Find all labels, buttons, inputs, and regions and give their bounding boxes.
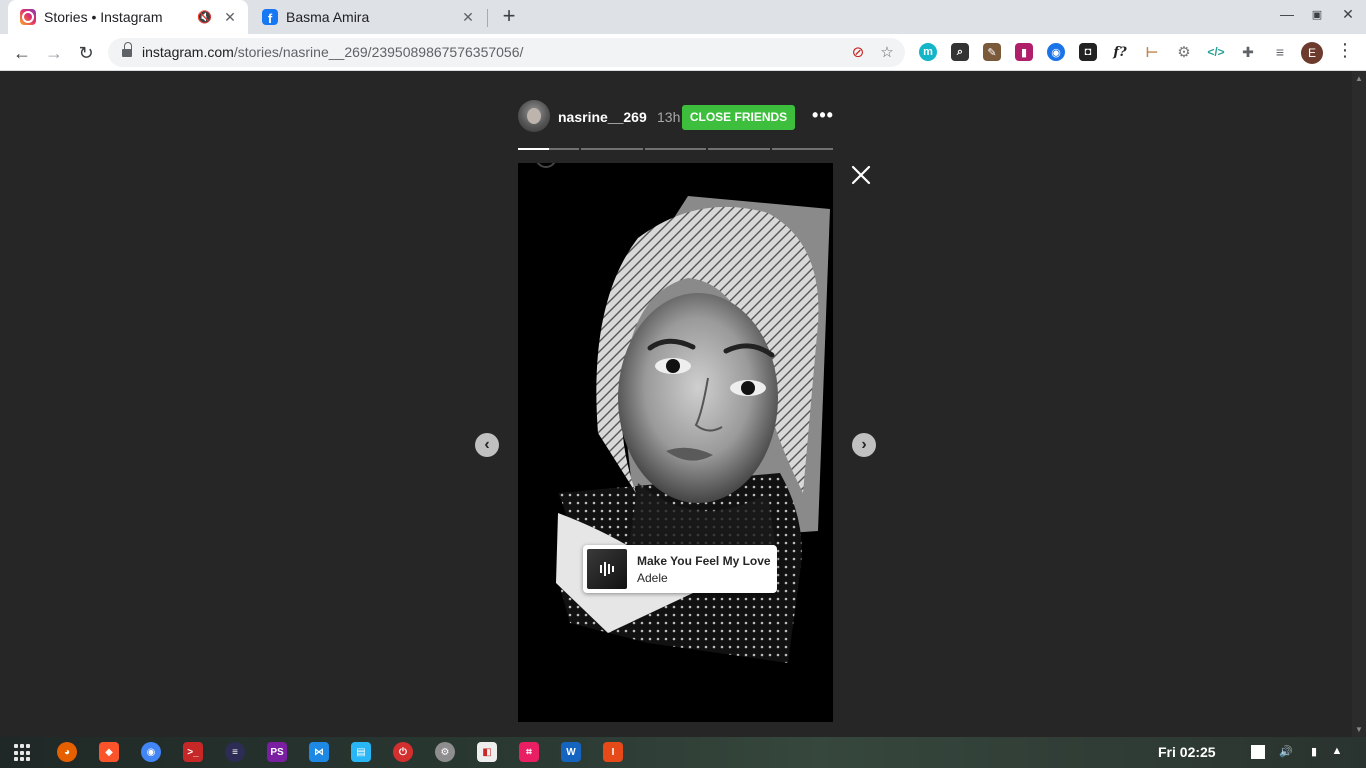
firefox-icon[interactable]: ◕ — [57, 742, 77, 762]
story-progress-segment — [644, 148, 707, 150]
browser-toolbar: ← → ↻ instagram.com/stories/nasrine__269… — [0, 34, 1366, 71]
previous-story-button[interactable]: ‹ — [475, 433, 499, 457]
tab-title: Basma Amira — [286, 9, 370, 25]
song-title: Make You Feel My Love — [637, 554, 771, 568]
close-story-button[interactable] — [849, 163, 873, 187]
story-timestamp: 13h — [657, 109, 681, 125]
brave-icon[interactable]: ◆ — [99, 742, 119, 762]
extension-gear-icon[interactable]: ⚙ — [1175, 43, 1193, 61]
close-icon — [851, 165, 871, 185]
extension-camera-icon[interactable]: ◘ — [1079, 43, 1097, 61]
lock-icon[interactable] — [122, 42, 132, 58]
extension-code-icon[interactable]: </> — [1207, 43, 1225, 61]
forward-button[interactable]: → — [41, 40, 67, 66]
extension-m-icon[interactable]: m — [919, 43, 937, 61]
writer-icon[interactable]: W — [561, 742, 581, 762]
music-sticker[interactable]: Make You Feel My Love Adele — [583, 545, 777, 593]
taskbar-clock[interactable]: Fri 02:25 — [1158, 744, 1216, 760]
terminal-icon[interactable]: >_ — [183, 742, 203, 762]
close-tab-icon[interactable]: ✕ — [460, 9, 476, 26]
story-progress-segment — [518, 148, 580, 150]
notification-square-icon[interactable] — [1251, 745, 1265, 759]
chrome-icon[interactable]: ◉ — [141, 742, 161, 762]
close-window-button[interactable]: ✕ — [1338, 6, 1358, 23]
story-progress-bar — [518, 148, 834, 150]
instagram-icon — [20, 9, 36, 25]
portrait-photo — [518, 163, 833, 722]
album-art — [587, 549, 627, 589]
tab-instagram-stories[interactable]: Stories • Instagram 🔇 ✕ — [8, 0, 248, 34]
app-launcher-icon[interactable] — [14, 744, 32, 762]
story-progress-fill — [518, 148, 549, 150]
browser-menu-icon[interactable]: ⋮ — [1336, 40, 1354, 61]
eclipse-icon[interactable]: ≡ — [225, 742, 245, 762]
tab-title: Stories • Instagram — [44, 9, 163, 25]
tab-strip: Stories • Instagram 🔇 ✕ f Basma Amira ✕ … — [0, 0, 1366, 34]
tab-basma-amira[interactable]: f Basma Amira ✕ — [250, 0, 486, 34]
song-artist: Adele — [637, 571, 668, 585]
media-control-icon[interactable]: ≡ — [1271, 43, 1289, 61]
muted-audio-icon[interactable]: 🔇 — [197, 10, 212, 24]
settings-icon[interactable]: ⚙ — [435, 742, 455, 762]
files-icon[interactable]: ▤ — [351, 742, 371, 762]
new-tab-button[interactable]: + — [498, 4, 520, 28]
extensions-puzzle-icon[interactable]: ✚ — [1239, 43, 1257, 61]
tab-divider — [487, 9, 488, 27]
story-image[interactable] — [518, 163, 833, 722]
maximize-button[interactable]: ▣ — [1307, 8, 1327, 21]
battery-icon[interactable]: ▮ — [1307, 745, 1321, 759]
address-bar[interactable]: instagram.com/stories/nasrine__269/23950… — [108, 38, 905, 67]
screenshot-crop-icon[interactable]: ⌗ — [519, 742, 539, 762]
extension-color-icon[interactable]: ▮ — [1015, 43, 1033, 61]
close-tab-icon[interactable]: ✕ — [222, 9, 238, 26]
vscode-icon[interactable]: ⋈ — [309, 742, 329, 762]
reload-button[interactable]: ↻ — [73, 40, 99, 66]
story-progress-segment — [581, 148, 643, 150]
next-story-button[interactable]: › — [852, 433, 876, 457]
os-taskbar: ◕ ◆ ◉ >_ ≡ PS ⋈ ▤ ⏻ ⚙ ◧ ⌗ W I Fri 02:25 … — [0, 737, 1366, 768]
close-friends-badge: CLOSE FRIENDS — [682, 105, 795, 130]
page-scrollbar[interactable]: ▲ ▼ — [1352, 71, 1366, 737]
story-username[interactable]: nasrine__269 — [558, 109, 647, 125]
extension-eye-icon[interactable]: ◉ — [1047, 43, 1065, 61]
bookmark-star-icon[interactable]: ☆ — [878, 43, 896, 61]
story-progress-segment — [708, 148, 770, 150]
phpstorm-icon[interactable]: PS — [267, 742, 287, 762]
scroll-down-icon[interactable]: ▼ — [1355, 725, 1363, 734]
scroll-up-icon[interactable]: ▲ — [1355, 74, 1363, 83]
facebook-icon: f — [262, 9, 278, 26]
tray-expand-icon[interactable]: ▲ — [1330, 745, 1344, 759]
document-viewer-icon[interactable]: ◧ — [477, 742, 497, 762]
more-options-icon[interactable]: ••• — [810, 102, 836, 128]
volume-icon[interactable]: 🔊 — [1279, 745, 1293, 759]
story-header: nasrine__269 13h CLOSE FRIENDS ••• — [518, 100, 833, 134]
extension-ruler-icon[interactable]: ⊢ — [1143, 43, 1161, 61]
profile-avatar[interactable]: E — [1301, 42, 1323, 64]
url-text[interactable]: instagram.com/stories/nasrine__269/23950… — [142, 44, 523, 60]
story-progress-segment — [771, 148, 834, 150]
extension-search-icon[interactable]: ⌕ — [951, 43, 969, 61]
presentation-icon[interactable]: I — [603, 742, 623, 762]
back-button[interactable]: ← — [9, 40, 35, 66]
minimize-button[interactable]: — — [1277, 6, 1297, 22]
user-avatar[interactable] — [518, 100, 550, 132]
extension-font-icon[interactable]: f? — [1111, 43, 1129, 61]
extension-eyedropper-icon[interactable]: ✎ — [983, 43, 1001, 61]
power-icon[interactable]: ⏻ — [393, 742, 413, 762]
blocked-content-icon[interactable]: ⊘ — [849, 43, 867, 61]
